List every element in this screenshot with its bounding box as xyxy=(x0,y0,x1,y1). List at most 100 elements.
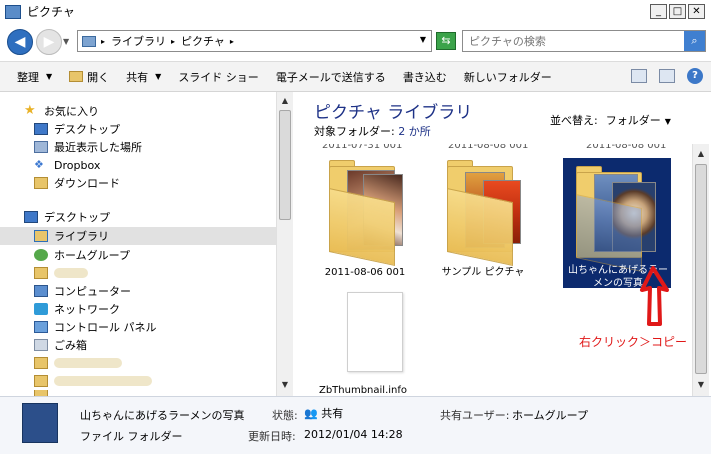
library-icon xyxy=(82,35,96,47)
nav-desktop-favorite[interactable]: デスクトップ xyxy=(34,120,120,138)
navigation-scrollbar[interactable]: ▲ ▼ xyxy=(276,92,293,396)
nav-downloads[interactable]: ダウンロード xyxy=(34,174,120,192)
shared-with-value: ホームグループ xyxy=(512,409,589,422)
title-bar: ピクチャ _ □ ✕ xyxy=(0,0,711,24)
item-name: ZbThumbnail.info xyxy=(318,385,408,396)
recent-pages-dropdown[interactable]: ▼ xyxy=(63,37,69,46)
address-bar[interactable]: ▸ ライブラリ ▸ ピクチャ ▸ ▼ xyxy=(77,30,432,52)
command-bar: 整理 ▼ 開く 共有 ▼ スライド ショー 電子メールで送信する 書き込む 新しいフ… xyxy=(0,61,711,92)
recycle-bin-icon xyxy=(34,339,48,351)
window-title: ピクチャ xyxy=(27,5,75,19)
modified-value: 2012/01/04 14:28 xyxy=(304,428,403,441)
nav-dropbox[interactable]: ❖ Dropbox xyxy=(34,156,100,174)
scroll-thumb[interactable] xyxy=(279,110,291,220)
search-icon[interactable]: ⌕ xyxy=(684,31,705,51)
email-button[interactable]: 電子メールで送信する xyxy=(276,69,386,85)
scroll-up-icon[interactable]: ▲ xyxy=(279,96,291,108)
nav-user-folder[interactable] xyxy=(34,264,88,282)
minimize-button[interactable]: _ xyxy=(650,4,667,19)
open-label: 開く xyxy=(87,70,110,84)
maximize-button[interactable]: □ xyxy=(669,4,686,19)
download-folder-icon xyxy=(34,177,48,189)
nav-recent-places[interactable]: 最近表示した場所 xyxy=(34,138,142,156)
slideshow-button[interactable]: スライド ショー xyxy=(178,69,259,85)
breadcrumb-pictures[interactable]: ピクチャ xyxy=(181,33,225,49)
share-label: 共有 xyxy=(126,70,149,84)
red-arrow-annotation xyxy=(640,266,669,326)
nav-label: ダウンロード xyxy=(54,177,120,190)
network-icon xyxy=(34,303,48,315)
nav-desktop[interactable]: デスクトップ xyxy=(24,208,110,226)
nav-folder-redacted-2[interactable] xyxy=(34,372,152,390)
refresh-button[interactable]: ⇆ xyxy=(436,32,456,50)
nav-computer[interactable]: コンピューター xyxy=(34,282,131,300)
folder-item[interactable]: 2011-08-06 001 xyxy=(310,158,420,279)
nav-label: デスクトップ xyxy=(44,211,110,224)
folder-open-icon xyxy=(69,71,84,82)
nav-folder-redacted-1[interactable] xyxy=(34,354,122,372)
document-icon xyxy=(347,292,403,372)
search-input[interactable] xyxy=(469,31,679,51)
file-item[interactable]: ZbThumbnail.info xyxy=(308,292,418,396)
forward-button[interactable]: ▶ xyxy=(36,29,62,55)
new-folder-button[interactable]: 新しいフォルダー xyxy=(464,69,552,85)
arrange-label: 並べ替え: xyxy=(550,114,598,127)
scroll-thumb[interactable] xyxy=(695,164,707,374)
control-panel-icon xyxy=(34,321,48,333)
desktop-icon xyxy=(34,123,48,135)
scroll-up-icon[interactable]: ▲ xyxy=(695,149,707,161)
selected-item-name: 山ちゃんにあげるラーメンの写真 xyxy=(80,409,245,422)
folder-item-selected[interactable]: 山ちゃんにあげるラーメンの写真 xyxy=(563,158,671,289)
share-menu[interactable]: 共有 ▼ xyxy=(126,69,161,85)
content-scrollbar[interactable]: ▲ ▼ xyxy=(692,144,709,396)
cut-item-label: 2011-08-08 001 xyxy=(586,144,667,150)
scroll-down-icon[interactable]: ▼ xyxy=(695,380,707,392)
computer-icon xyxy=(34,285,48,297)
organize-menu[interactable]: 整理 ▼ xyxy=(17,69,52,85)
item-name: 2011-08-06 001 xyxy=(324,267,406,278)
arrange-dropdown[interactable]: フォルダー ▼ xyxy=(606,112,671,128)
folder-item[interactable]: サンプル ピクチャ xyxy=(428,158,538,279)
arrange-value: フォルダー xyxy=(605,114,661,127)
preview-pane-icon[interactable] xyxy=(659,69,675,83)
organize-label: 整理 xyxy=(17,70,39,84)
chevron-right-icon[interactable]: ▸ xyxy=(230,37,234,46)
redacted-text xyxy=(54,268,88,278)
details-pane: 山ちゃんにあげるラーメンの写真 ファイル フォルダー 状態: 👥 共有 更新日時… xyxy=(0,396,711,454)
back-button[interactable]: ◀ xyxy=(7,29,33,55)
status-value: 👥 共有 xyxy=(304,405,343,421)
nav-label: Dropbox xyxy=(54,158,101,172)
close-button[interactable]: ✕ xyxy=(688,4,705,19)
caret-down-icon: ▼ xyxy=(664,117,671,126)
nav-label: ホームグループ xyxy=(54,249,131,262)
selected-item-thumbnail xyxy=(22,403,58,443)
breadcrumb-libraries[interactable]: ライブラリ xyxy=(111,33,166,49)
nav-label: 最近表示した場所 xyxy=(54,141,142,154)
folder-front xyxy=(576,194,642,273)
scroll-down-icon[interactable]: ▼ xyxy=(279,380,291,392)
status-label: 状態: xyxy=(272,409,298,422)
chevron-right-icon[interactable]: ▸ xyxy=(171,37,175,46)
help-icon[interactable]: ? xyxy=(687,68,703,84)
folder-front xyxy=(329,188,395,267)
nav-libraries[interactable]: ライブラリ xyxy=(0,227,276,245)
open-button[interactable]: 開く xyxy=(69,69,109,85)
nav-trash[interactable]: ごみ箱 xyxy=(34,336,87,354)
nav-favorites[interactable]: ★ お気に入り xyxy=(24,102,99,120)
nav-label: コンピューター xyxy=(54,285,131,298)
nav-control-panel[interactable]: コントロール パネル xyxy=(34,318,157,336)
folder-thumbnail xyxy=(315,158,415,267)
nav-label: デスクトップ xyxy=(54,123,120,136)
burn-button[interactable]: 書き込む xyxy=(403,69,447,85)
view-options-icon[interactable] xyxy=(631,69,647,83)
chevron-right-icon[interactable]: ▸ xyxy=(101,37,105,46)
nav-network[interactable]: ネットワーク xyxy=(34,300,120,318)
address-dropdown-icon[interactable]: ▼ xyxy=(420,35,426,44)
recent-places-icon xyxy=(34,141,48,153)
folder-thumbnail xyxy=(433,158,533,267)
nav-homegroup[interactable]: ホームグループ xyxy=(34,246,130,264)
target-value-link[interactable]: 2 か所 xyxy=(398,125,431,138)
desktop-icon xyxy=(24,211,38,223)
search-box[interactable]: ⌕ xyxy=(462,30,706,52)
caret-down-icon: ▼ xyxy=(155,72,162,81)
